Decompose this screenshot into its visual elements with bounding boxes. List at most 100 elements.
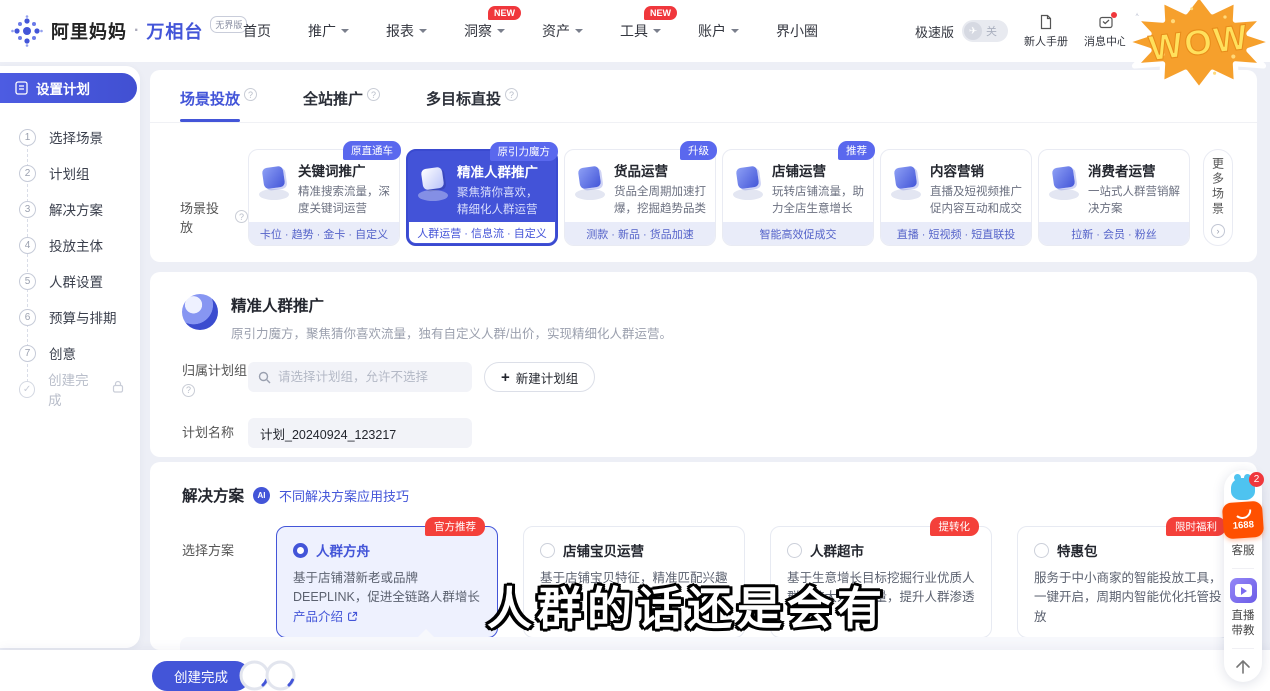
solution-card-desc: 基于生意增长目标挖掘行业优质人群，扩大人群拿量，提升人群渗透 xyxy=(787,569,975,608)
nav-item-reports[interactable]: 报表 xyxy=(386,21,427,41)
nav-item-assets[interactable]: 资产 xyxy=(542,21,583,41)
plan-name-row: 计划名称 xyxy=(182,418,1257,448)
plan-group-row: 归属计划组 ? + 新建计划组 xyxy=(182,362,1257,398)
help-icon[interactable]: ? xyxy=(235,210,248,223)
scene-card-footer: 直播 · 短视频 · 短直联投 xyxy=(881,222,1031,245)
scene-card-title: 内容营销 xyxy=(930,160,1023,180)
step-label: 计划组 xyxy=(49,163,90,183)
scene-card-desc: 货品全周期加速打爆，挖掘趋势品类 xyxy=(614,184,707,217)
scene-card-keyword[interactable]: 原直通车 关键词推广 精准搜索流量，深度关键词运营 卡位 · 趋势 · 金卡 ·… xyxy=(248,149,400,246)
live-tv-icon[interactable] xyxy=(1230,578,1257,603)
product-intro-link[interactable]: 产品介绍 xyxy=(293,610,343,624)
scene-card-footer: 人群运营 · 信息流 · 自定义 xyxy=(409,222,555,243)
help-icon[interactable]: ? xyxy=(182,384,195,397)
more-scenes-button[interactable]: 更多场景 › xyxy=(1203,149,1233,246)
scene-card-consumer[interactable]: 消费者运营 一站式人群营销解决方案 拉新 · 会员 · 粉丝 xyxy=(1038,149,1190,246)
scene-icon xyxy=(1047,166,1081,200)
step-creative[interactable]: 7创意 xyxy=(19,335,140,371)
step-plan-group[interactable]: 2 计划组 xyxy=(19,155,140,191)
divider xyxy=(1232,648,1254,649)
step-budget-schedule[interactable]: 6预算与排期 xyxy=(19,299,140,335)
bottom-action-bar: 创建完成 xyxy=(0,650,1270,691)
newbie-guide[interactable]: 新人手册 xyxy=(1024,14,1068,49)
radio-selected[interactable] xyxy=(293,543,308,558)
solution-card-special-pack[interactable]: 限时福利 特惠包 服务于中小商家的智能投放工具，一键开启，周期内智能优化托管投放 xyxy=(1017,526,1239,638)
nav-item-home[interactable]: 首页 xyxy=(243,21,271,41)
solution-card-audience-market[interactable]: 提转化 人群超市 基于生意增长目标挖掘行业优质人群，扩大人群拿量，提升人群渗透 xyxy=(770,526,992,638)
message-count-badge: 2 xyxy=(1249,472,1264,487)
help-icon[interactable]: ? xyxy=(505,88,518,101)
plan-group-input[interactable] xyxy=(278,370,462,384)
nav-item-account[interactable]: 账户 xyxy=(698,21,739,41)
radio-unselected[interactable] xyxy=(540,543,555,558)
solution-card-desc: 基于店铺潜新老或品牌DEEPLINK，促进全链路人群增长产品介绍 xyxy=(293,569,481,627)
external-link-icon xyxy=(347,611,358,622)
scene-card-title: 消费者运营 xyxy=(1088,160,1181,180)
mascot-icon[interactable]: 2 xyxy=(1231,478,1255,500)
step-label: 创建完成 xyxy=(48,369,99,409)
brand-separator: · xyxy=(134,22,139,40)
plan-group-select[interactable] xyxy=(248,362,472,392)
quick-version-toggle[interactable]: ✈ 关 xyxy=(962,20,1008,42)
tooltip-caret xyxy=(418,621,434,637)
scene-icon xyxy=(257,166,291,200)
sidebar-item-setup-plan[interactable]: 设置计划 xyxy=(0,73,137,103)
quick-version: 极速版 ✈ 关 xyxy=(915,20,1008,42)
chevron-down-icon xyxy=(653,29,661,37)
scene-card-footer: 测款 · 新品 · 货品加速 xyxy=(565,222,715,245)
step-label: 解决方案 xyxy=(49,199,103,219)
nav-item-tools[interactable]: 工具NEW xyxy=(620,21,661,41)
step-number: 2 xyxy=(19,165,36,182)
create-complete-button[interactable]: 创建完成 xyxy=(152,661,250,691)
scene-card-desc: 玩转店铺流量，助力全店生意增长 xyxy=(772,184,865,217)
scene-card-title: 店铺运营 xyxy=(772,160,865,180)
solution-badge: 提转化 xyxy=(930,517,980,536)
solution-tips-link[interactable]: 不同解决方案应用技巧 xyxy=(279,486,409,505)
step-solution[interactable]: 3解决方案 xyxy=(19,191,140,227)
scene-card-shop[interactable]: 推荐 店铺运营 玩转店铺流量，助力全店生意增长 智能高效促成交 xyxy=(722,149,874,246)
scene-icon xyxy=(731,166,765,200)
new-plan-group-button[interactable]: + 新建计划组 xyxy=(484,362,595,392)
back-to-top-icon[interactable] xyxy=(1234,658,1252,674)
help-icon[interactable]: ? xyxy=(244,88,257,101)
live-teaching-label[interactable]: 直播带教 xyxy=(1230,609,1256,639)
tab-scene-delivery[interactable]: 场景投放? xyxy=(180,88,257,122)
scene-card-content[interactable]: 内容营销 直播及短视频推广 促内容互动和成交 直播 · 短视频 · 短直联投 xyxy=(880,149,1032,246)
step-label: 选择场景 xyxy=(49,127,103,147)
tab-multi-goal-direct[interactable]: 多目标直投? xyxy=(426,88,518,122)
more-scenes-label: 更多场景 xyxy=(1210,157,1227,217)
quick-version-label: 极速版 xyxy=(915,22,954,41)
help-icon[interactable]: ? xyxy=(367,88,380,101)
sidebar-title-label: 设置计划 xyxy=(36,78,90,98)
scene-card-goods[interactable]: 升级 货品运营 货品全周期加速打爆，挖掘趋势品类 测款 · 新品 · 货品加速 xyxy=(564,149,716,246)
logo-1688-icon[interactable]: 1688 xyxy=(1222,501,1264,540)
nav-item-promotion[interactable]: 推广 xyxy=(308,21,349,41)
brand[interactable]: 阿里妈妈 · 万相台 无界版 xyxy=(10,0,247,62)
notification-dot xyxy=(1111,12,1117,18)
ai-icon: AI xyxy=(253,487,270,504)
brand-name: 阿里妈妈 xyxy=(51,18,127,44)
radio-unselected[interactable] xyxy=(787,543,802,558)
scene-card-audience-selected[interactable]: 原引力魔方 精准人群推广 聚焦猜你喜欢，精细化人群运营 人群运营 · 信息流 ·… xyxy=(406,149,558,246)
newbie-guide-label: 新人手册 xyxy=(1024,33,1068,49)
chevron-down-icon xyxy=(419,29,427,37)
plan-name-input[interactable] xyxy=(248,418,472,448)
step-audience[interactable]: 5人群设置 xyxy=(19,263,140,299)
step-list: 1选择场景 2计划组 3解决方案 4投放主体 5人群设置 6预算与排期 7创意 … xyxy=(0,119,140,407)
nav-item-jiexiaoquan[interactable]: 界小圈 xyxy=(776,21,818,41)
step-label: 人群设置 xyxy=(49,271,103,291)
customer-service-label[interactable]: 客服 xyxy=(1230,544,1256,559)
scene-card-footer: 智能高效促成交 xyxy=(723,222,873,245)
scene-card-title: 货品运营 xyxy=(614,160,707,180)
radio-unselected[interactable] xyxy=(1034,543,1049,558)
tab-sitewide-promotion[interactable]: 全站推广? xyxy=(303,88,380,122)
nav-item-insight[interactable]: 洞察NEW xyxy=(464,21,505,41)
step-choose-scene[interactable]: 1选择场景 xyxy=(19,119,140,155)
plan-title: 精准人群推广 xyxy=(231,294,672,316)
solution-card-shop-item[interactable]: 店铺宝贝运营 基于店铺宝贝特征，精准匹配兴趣人群 xyxy=(523,526,745,638)
solution-card-audience-ark[interactable]: 官方推荐 人群方舟 基于店铺潜新老或品牌DEEPLINK，促进全链路人群增长产品… xyxy=(276,526,498,638)
scene-badge: 升级 xyxy=(680,141,717,160)
solution-head: 解决方案 AI 不同解决方案应用技巧 xyxy=(150,462,1257,506)
step-delivery-subject[interactable]: 4投放主体 xyxy=(19,227,140,263)
solution-card-desc: 服务于中小商家的智能投放工具，一键开启，周期内智能优化托管投放 xyxy=(1034,569,1222,627)
